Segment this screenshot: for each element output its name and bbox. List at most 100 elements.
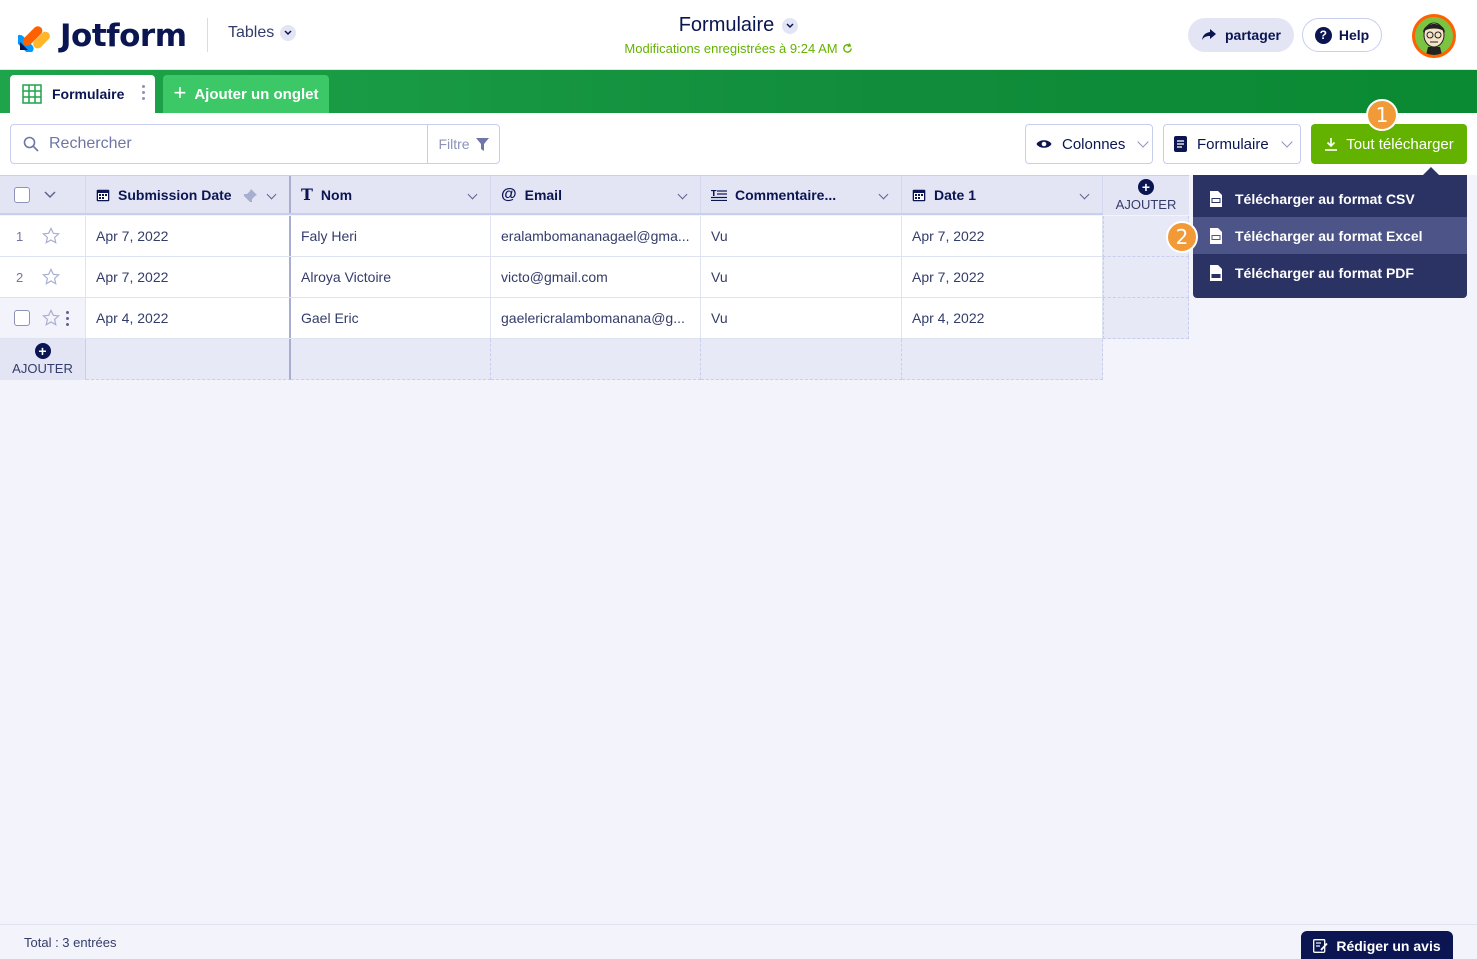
plus-icon: + xyxy=(173,80,187,105)
csv-file-icon xyxy=(1210,190,1222,207)
column-header-nom[interactable]: T Nom xyxy=(291,176,491,213)
menu-item-download-pdf[interactable]: Télécharger au format PDF xyxy=(1193,254,1467,291)
row-number: 1 xyxy=(16,228,24,244)
total-entries: Total : 3 entrées xyxy=(24,935,117,950)
at-icon: @ xyxy=(501,185,517,203)
select-all-cell xyxy=(0,176,86,213)
star-icon[interactable] xyxy=(42,268,60,286)
filter-button[interactable]: Filtre xyxy=(427,124,500,164)
column-header-email[interactable]: @ Email xyxy=(491,176,701,213)
form-title[interactable]: Formulaire xyxy=(679,14,799,37)
add-row-cell xyxy=(86,339,291,380)
row-number-cell: 1 xyxy=(0,216,86,256)
add-column-button[interactable]: + AJOUTER xyxy=(1103,175,1189,215)
cell-submission-date[interactable]: Apr 7, 2022 xyxy=(86,257,291,297)
chevron-down-icon xyxy=(1137,136,1150,148)
columns-button[interactable]: Colonnes xyxy=(1025,124,1153,164)
row-number-cell: 2 xyxy=(0,257,86,297)
add-column-cell xyxy=(1103,257,1189,298)
row-checkbox[interactable] xyxy=(14,310,30,326)
cell-date-1[interactable]: Apr 7, 2022 xyxy=(902,257,1103,297)
cell-email[interactable]: victo@gmail.com xyxy=(491,257,701,297)
chevron-down-icon[interactable] xyxy=(44,190,56,199)
download-all-button[interactable]: Tout télécharger xyxy=(1311,124,1467,164)
table-row[interactable]: Apr 4, 2022 Gael Eric gaelericralamboman… xyxy=(0,298,1103,339)
search-input[interactable] xyxy=(49,135,409,153)
column-header-submission-date[interactable]: Submission Date xyxy=(86,176,291,213)
cell-submission-date[interactable]: Apr 7, 2022 xyxy=(86,216,291,256)
add-row-cell xyxy=(291,339,491,380)
filter-label: Filtre xyxy=(438,136,470,152)
refresh-icon xyxy=(842,43,852,53)
cell-email[interactable]: eralambomananagael@gma... xyxy=(491,216,701,256)
share-label: partager xyxy=(1224,27,1282,43)
cell-date-1[interactable]: Apr 7, 2022 xyxy=(902,216,1103,256)
tab-label: Formulaire xyxy=(52,86,125,102)
cell-email[interactable]: gaelericralambomanana@g... xyxy=(491,298,701,338)
cell-submission-date[interactable]: Apr 4, 2022 xyxy=(86,298,291,338)
xls-file-icon xyxy=(1210,227,1222,244)
add-tab-button[interactable]: + Ajouter un onglet xyxy=(163,75,329,113)
pin-icon[interactable] xyxy=(243,189,257,203)
form-icon xyxy=(1174,136,1187,152)
column-header-date-1[interactable]: Date 1 xyxy=(902,176,1103,213)
write-review-label: Rédiger un avis xyxy=(1336,937,1441,954)
cell-commentaire[interactable]: Vu xyxy=(701,216,902,256)
star-icon[interactable] xyxy=(42,309,60,327)
chevron-down-icon xyxy=(782,17,799,34)
add-column-cell xyxy=(1103,298,1189,339)
cell-nom[interactable]: Gael Eric xyxy=(291,298,491,338)
cell-nom[interactable]: Faly Heri xyxy=(291,216,491,256)
chevron-down-icon[interactable] xyxy=(878,189,889,200)
cell-commentaire[interactable]: Vu xyxy=(701,298,902,338)
write-review-button[interactable]: Rédiger un avis xyxy=(1301,931,1453,959)
help-button[interactable]: ? Help xyxy=(1302,18,1382,52)
calendar-icon xyxy=(912,189,926,201)
add-tab-label: Ajouter un onglet xyxy=(194,85,319,103)
add-row-button[interactable]: + AJOUTER xyxy=(0,339,86,380)
chevron-down-icon[interactable] xyxy=(1079,189,1090,200)
add-row-cell xyxy=(491,339,701,380)
chevron-down-icon[interactable] xyxy=(677,189,688,200)
column-label: Commentaire... xyxy=(735,186,837,203)
download-icon xyxy=(1325,138,1338,151)
row-number: 2 xyxy=(16,269,24,285)
menu-item-label: Télécharger au format CSV xyxy=(1235,190,1415,207)
form-select-button[interactable]: Formulaire xyxy=(1163,124,1301,164)
menu-item-download-csv[interactable]: Télécharger au format CSV xyxy=(1193,180,1467,217)
table-row[interactable]: 1 Apr 7, 2022 Faly Heri eralambomananaga… xyxy=(0,216,1103,257)
table-row[interactable]: 2 Apr 7, 2022 Alroya Victoire victo@gmai… xyxy=(0,257,1103,298)
chevron-down-icon[interactable] xyxy=(266,189,277,200)
column-label: Nom xyxy=(320,186,353,203)
help-icon: ? xyxy=(1314,26,1332,44)
text-icon: T xyxy=(301,185,313,204)
chevron-down-icon xyxy=(1281,136,1293,148)
search-icon xyxy=(23,136,39,152)
select-all-checkbox[interactable] xyxy=(14,186,30,203)
column-label: Submission Date xyxy=(118,186,232,203)
cell-nom[interactable]: Alroya Victoire xyxy=(291,257,491,297)
tab-formulaire[interactable]: Formulaire xyxy=(10,75,155,113)
avatar[interactable] xyxy=(1412,14,1456,58)
share-button[interactable]: partager xyxy=(1188,18,1294,52)
add-row-cell xyxy=(701,339,902,380)
column-label: Email xyxy=(524,186,562,203)
form-title-text: Formulaire xyxy=(678,14,775,36)
textarea-icon: T xyxy=(711,189,727,201)
toolbar: Filtre Colonnes Formulaire Tout téléchar… xyxy=(0,113,1477,175)
share-arrow-icon xyxy=(1201,29,1216,40)
row-options-icon[interactable] xyxy=(66,310,69,326)
row-number-cell xyxy=(0,298,86,338)
columns-label: Colonnes xyxy=(1062,135,1126,153)
download-all-label: Tout télécharger xyxy=(1346,135,1454,153)
star-icon[interactable] xyxy=(42,227,60,245)
chevron-down-icon[interactable] xyxy=(467,189,478,200)
cell-commentaire[interactable]: Vu xyxy=(701,257,902,297)
column-header-commentaire[interactable]: T Commentaire... xyxy=(701,176,902,213)
add-column-label: AJOUTER xyxy=(1115,197,1177,212)
menu-item-download-excel[interactable]: Télécharger au format Excel xyxy=(1193,217,1467,254)
cell-date-1[interactable]: Apr 4, 2022 xyxy=(902,298,1103,338)
step-badge-2: 2 xyxy=(1166,221,1198,253)
tab-options-icon[interactable] xyxy=(142,85,145,100)
funnel-icon xyxy=(475,137,489,151)
